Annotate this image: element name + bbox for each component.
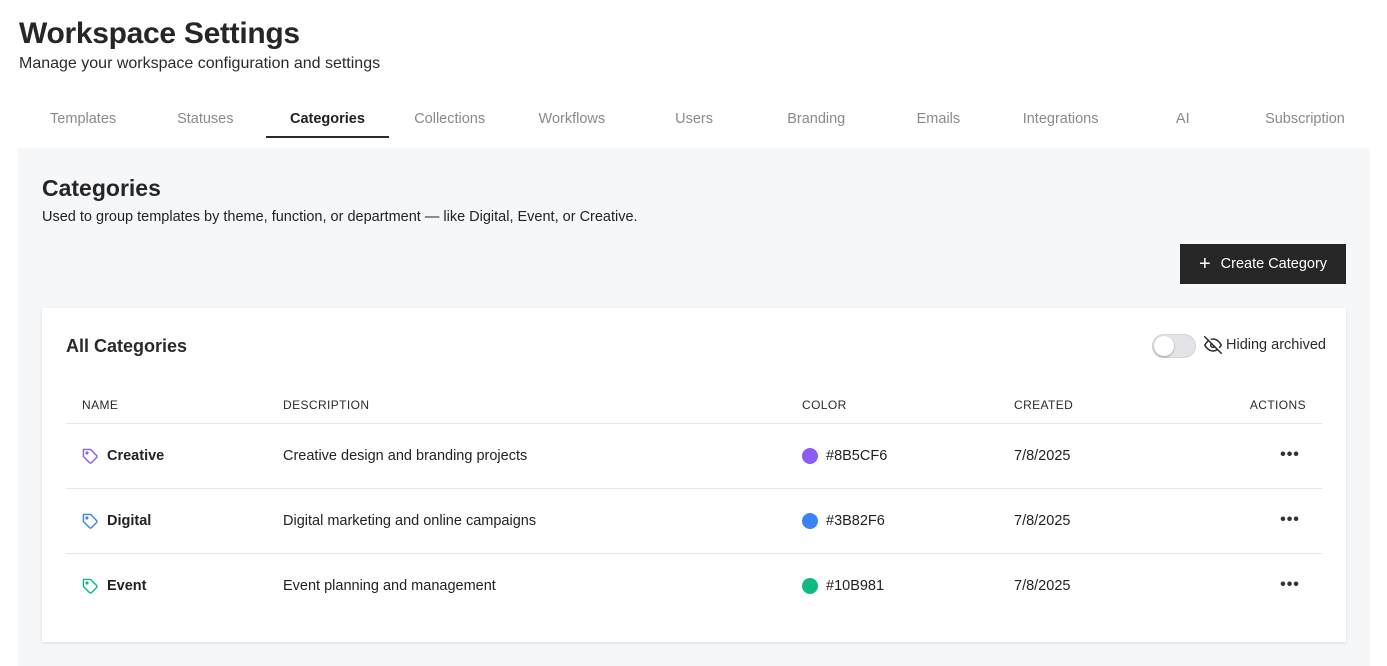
category-description: Creative design and branding projects xyxy=(283,448,528,464)
category-description: Event planning and management xyxy=(283,578,496,594)
categories-table: NAME DESCRIPTION COLOR CREATED ACTIONS C… xyxy=(66,388,1322,619)
category-color-cell: #3B82F6 xyxy=(802,489,885,553)
all-categories-card: All Categories Hiding archived NAME DESC… xyxy=(42,308,1346,642)
create-category-button[interactable]: + Create Category xyxy=(1180,244,1346,284)
tab-templates[interactable]: Templates xyxy=(22,101,144,138)
page-title: Workspace Settings xyxy=(19,17,300,50)
color-swatch xyxy=(802,513,818,529)
category-color-cell: #10B981 xyxy=(802,554,884,618)
tab-users[interactable]: Users xyxy=(633,101,755,138)
archive-label: Hiding archived xyxy=(1226,337,1326,353)
category-name: Event xyxy=(107,578,147,594)
tab-collections[interactable]: Collections xyxy=(389,101,511,138)
create-category-label: Create Category xyxy=(1220,256,1328,272)
card-title: All Categories xyxy=(66,336,188,356)
toggle-knob xyxy=(1154,336,1174,356)
table-row: Digital Digital marketing and online cam… xyxy=(66,489,1322,554)
column-color: COLOR xyxy=(802,398,847,412)
tag-icon xyxy=(82,513,98,529)
archive-status: Hiding archived xyxy=(1204,336,1326,354)
more-horizontal-icon[interactable]: ••• xyxy=(1278,444,1302,468)
page-subtitle: Manage your workspace configuration and … xyxy=(19,55,381,72)
color-swatch xyxy=(802,578,818,594)
settings-tabs: Templates Statuses Categories Collection… xyxy=(22,101,1366,138)
category-name: Digital xyxy=(107,513,152,529)
tab-branding[interactable]: Branding xyxy=(755,101,877,138)
tab-emails[interactable]: Emails xyxy=(877,101,999,138)
color-hex: #10B981 xyxy=(826,578,885,594)
table-row: Creative Creative design and branding pr… xyxy=(66,424,1322,489)
category-name-cell: Digital xyxy=(82,489,151,553)
categories-panel: Categories Used to group templates by th… xyxy=(18,148,1370,666)
category-created: 7/8/2025 xyxy=(1014,578,1071,594)
table-header: NAME DESCRIPTION COLOR CREATED ACTIONS xyxy=(66,388,1322,424)
tab-workflows[interactable]: Workflows xyxy=(511,101,633,138)
tag-icon xyxy=(82,578,98,594)
tab-statuses[interactable]: Statuses xyxy=(144,101,266,138)
more-horizontal-icon[interactable]: ••• xyxy=(1278,509,1302,533)
column-actions: ACTIONS xyxy=(1249,398,1306,412)
category-created: 7/8/2025 xyxy=(1014,448,1071,464)
category-color-cell: #8B5CF6 xyxy=(802,424,887,488)
tag-icon xyxy=(82,448,98,464)
more-horizontal-icon[interactable]: ••• xyxy=(1278,574,1302,598)
column-created: CREATED xyxy=(1014,398,1074,412)
table-row: Event Event planning and management #10B… xyxy=(66,554,1322,619)
category-name-cell: Creative xyxy=(82,424,164,488)
column-name: NAME xyxy=(82,398,119,412)
color-hex: #8B5CF6 xyxy=(826,448,888,464)
category-description: Digital marketing and online campaigns xyxy=(283,513,537,529)
tab-categories[interactable]: Categories xyxy=(266,101,389,138)
plus-icon: + xyxy=(1198,253,1211,275)
section-description: Used to group templates by theme, functi… xyxy=(42,209,638,225)
category-created: 7/8/2025 xyxy=(1014,513,1071,529)
section-title: Categories xyxy=(42,175,161,201)
category-name: Creative xyxy=(107,448,165,464)
page-header: Workspace Settings Manage your workspace… xyxy=(19,16,380,74)
tab-subscription[interactable]: Subscription xyxy=(1244,101,1366,138)
column-description: DESCRIPTION xyxy=(283,398,370,412)
tab-integrations[interactable]: Integrations xyxy=(1000,101,1122,138)
eye-off-icon xyxy=(1204,336,1222,354)
category-name-cell: Event xyxy=(82,554,147,618)
tab-ai[interactable]: AI xyxy=(1122,101,1244,138)
color-hex: #3B82F6 xyxy=(826,513,885,529)
color-swatch xyxy=(802,448,818,464)
show-archived-toggle[interactable] xyxy=(1152,334,1196,358)
